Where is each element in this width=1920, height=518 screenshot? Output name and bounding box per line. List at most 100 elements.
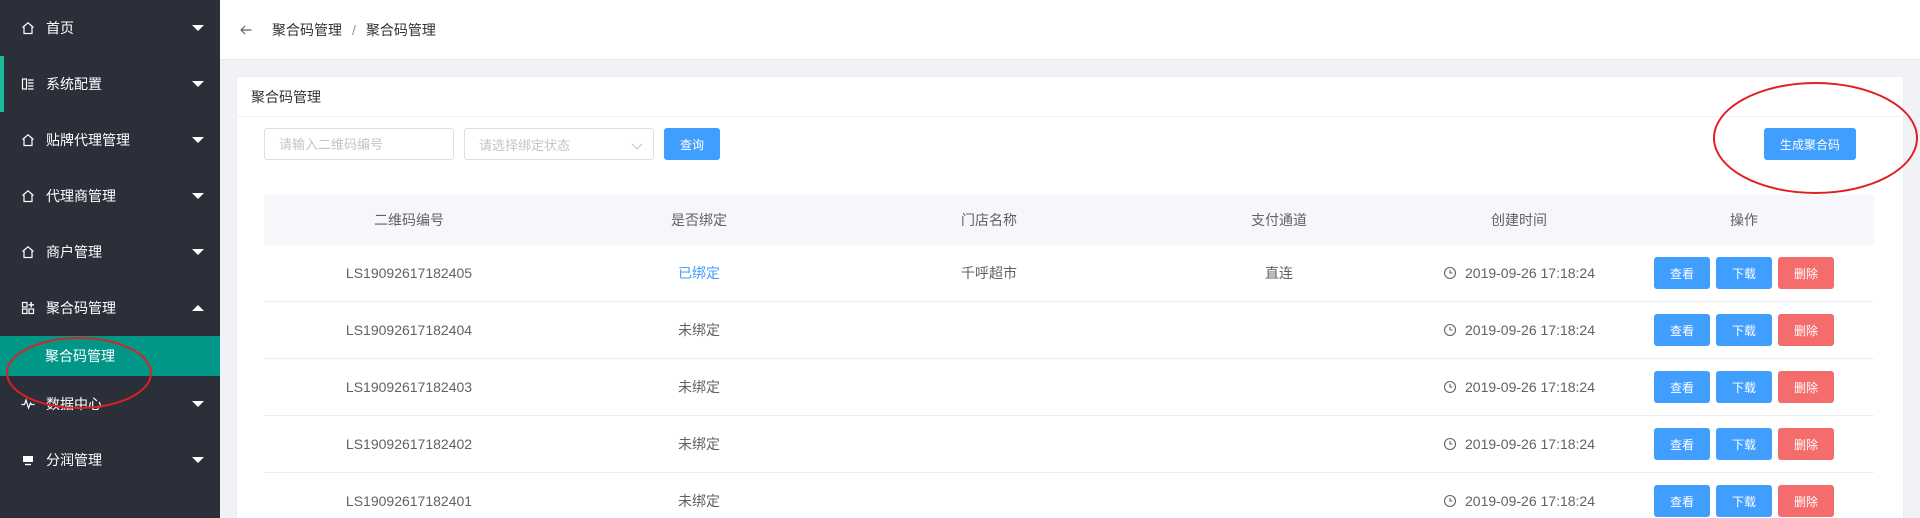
clock-icon <box>1443 437 1457 451</box>
chevron-down-icon <box>192 249 204 255</box>
bind-status: 未绑定 <box>678 493 720 509</box>
home-icon <box>20 132 36 148</box>
table-row: LS19092617182405 已绑定 千呼超市 直连 2019-09-26 … <box>264 245 1874 302</box>
sidebar-item-label: 聚合码管理 <box>46 300 116 316</box>
column-header: 门店名称 <box>961 212 1017 228</box>
created-time: 2019-09-26 17:18:24 <box>1424 436 1614 452</box>
pulse-icon <box>20 396 36 412</box>
qrcode-number: LS19092617182404 <box>345 322 473 338</box>
download-button[interactable]: 下载 <box>1716 314 1772 346</box>
bind-status: 未绑定 <box>678 379 720 395</box>
payment-channel: 直连 <box>1265 265 1293 281</box>
row-actions: 查看 下载 删除 <box>1614 428 1874 460</box>
created-time-text: 2019-09-26 17:18:24 <box>1465 493 1595 509</box>
home-icon <box>20 244 36 260</box>
table-header: 二维码编号 是否绑定 门店名称 支付通道 创建时间 操作 <box>264 195 1874 245</box>
view-button[interactable]: 查看 <box>1654 485 1710 517</box>
created-time: 2019-09-26 17:18:24 <box>1424 493 1614 509</box>
column-header: 二维码编号 <box>374 212 444 228</box>
sidebar-item-profit[interactable]: 分润管理 <box>0 432 220 488</box>
bind-status-select[interactable]: 请选择绑定状态 <box>464 128 654 160</box>
clock-icon <box>1443 323 1457 337</box>
view-button[interactable]: 查看 <box>1654 371 1710 403</box>
row-actions: 查看 下载 删除 <box>1614 371 1874 403</box>
breadcrumb-item[interactable]: 聚合码管理 <box>272 20 342 40</box>
chevron-down-icon <box>192 81 204 87</box>
chevron-down-icon <box>192 401 204 407</box>
created-time-text: 2019-09-26 17:18:24 <box>1465 379 1595 395</box>
search-button[interactable]: 查询 <box>664 128 720 160</box>
clock-icon <box>1443 494 1457 508</box>
download-button[interactable]: 下载 <box>1716 485 1772 517</box>
created-time: 2019-09-26 17:18:24 <box>1424 322 1614 338</box>
column-header: 支付通道 <box>1251 212 1307 228</box>
sidebar: 首页 系统配置 贴牌代理管理 代理商管理 商户管理 聚合码管理 聚合码管理 数据… <box>0 0 220 518</box>
created-time-text: 2019-09-26 17:18:24 <box>1465 265 1595 281</box>
sidebar-item-merchant[interactable]: 商户管理 <box>0 224 220 280</box>
sidebar-item-label: 代理商管理 <box>46 188 116 204</box>
select-placeholder: 请选择绑定状态 <box>479 137 571 153</box>
download-button[interactable]: 下载 <box>1716 428 1772 460</box>
sidebar-item-data-center[interactable]: 数据中心 <box>0 376 220 432</box>
view-button[interactable]: 查看 <box>1654 428 1710 460</box>
created-time: 2019-09-26 17:18:24 <box>1424 379 1614 395</box>
qrcode-number: LS19092617182405 <box>345 265 473 281</box>
monitor-icon <box>20 452 36 468</box>
column-header: 是否绑定 <box>671 212 727 228</box>
clock-icon <box>1443 380 1457 394</box>
sidebar-item-oem-agent[interactable]: 贴牌代理管理 <box>0 112 220 168</box>
created-time-text: 2019-09-26 17:18:24 <box>1465 322 1595 338</box>
created-time-text: 2019-09-26 17:18:24 <box>1465 436 1595 452</box>
sidebar-item-label: 贴牌代理管理 <box>46 132 130 148</box>
store-name: 千呼超市 <box>961 265 1017 281</box>
breadcrumb-separator: / <box>352 21 356 38</box>
sidebar-item-label: 商户管理 <box>46 244 102 260</box>
home-icon <box>20 188 36 204</box>
chevron-down-icon <box>192 193 204 199</box>
delete-button[interactable]: 删除 <box>1778 371 1834 403</box>
delete-button[interactable]: 删除 <box>1778 257 1834 289</box>
column-header: 创建时间 <box>1491 212 1547 228</box>
qrcode-number: LS19092617182402 <box>345 436 473 452</box>
clock-icon <box>1443 266 1457 280</box>
sidebar-item-label: 分润管理 <box>46 452 102 468</box>
table-row: LS19092617182401 未绑定 2019-09-26 17:18:24… <box>264 473 1874 518</box>
sidebar-item-label: 首页 <box>46 20 74 36</box>
sidebar-subitem-label: 聚合码管理 <box>45 348 115 364</box>
sidebar-item-label: 系统配置 <box>46 76 102 92</box>
download-button[interactable]: 下载 <box>1716 371 1772 403</box>
sidebar-item-label: 数据中心 <box>46 396 102 412</box>
chevron-down-icon <box>631 138 643 150</box>
download-button[interactable]: 下载 <box>1716 257 1772 289</box>
table-row: LS19092617182402 未绑定 2019-09-26 17:18:24… <box>264 416 1874 473</box>
bind-status: 未绑定 <box>678 436 720 452</box>
row-actions: 查看 下载 删除 <box>1614 257 1874 289</box>
view-button[interactable]: 查看 <box>1654 314 1710 346</box>
view-button[interactable]: 查看 <box>1654 257 1710 289</box>
content-card: 聚合码管理 请选择绑定状态 查询 生成聚合码 二维码编号 是否绑定 门店名称 支… <box>236 76 1904 518</box>
delete-button[interactable]: 删除 <box>1778 314 1834 346</box>
sidebar-item-qrcode[interactable]: 聚合码管理 <box>0 280 220 336</box>
sidebar-item-system-config[interactable]: 系统配置 <box>0 56 220 112</box>
settings-icon <box>20 76 36 92</box>
chevron-up-icon <box>192 305 204 311</box>
generate-qrcode-button[interactable]: 生成聚合码 <box>1764 128 1856 160</box>
row-actions: 查看 下载 删除 <box>1614 485 1874 517</box>
chevron-down-icon <box>192 137 204 143</box>
breadcrumb-item-current: 聚合码管理 <box>365 21 436 38</box>
row-actions: 查看 下载 删除 <box>1614 314 1874 346</box>
back-arrow-icon[interactable] <box>236 20 256 40</box>
qrcode-number: LS19092617182403 <box>345 379 473 395</box>
delete-button[interactable]: 删除 <box>1778 485 1834 517</box>
delete-button[interactable]: 删除 <box>1778 428 1834 460</box>
qrcode-grid-icon <box>20 300 36 316</box>
chevron-down-icon <box>192 25 204 31</box>
sidebar-item-home[interactable]: 首页 <box>0 0 220 56</box>
sidebar-subitem-qrcode-manage[interactable]: 聚合码管理 <box>0 336 220 376</box>
table-row: LS19092617182404 未绑定 2019-09-26 17:18:24… <box>264 302 1874 359</box>
column-header: 操作 <box>1730 212 1758 228</box>
qrcode-number-input[interactable] <box>264 128 454 160</box>
sidebar-item-agent[interactable]: 代理商管理 <box>0 168 220 224</box>
chevron-down-icon <box>192 457 204 463</box>
created-time: 2019-09-26 17:18:24 <box>1424 265 1614 281</box>
